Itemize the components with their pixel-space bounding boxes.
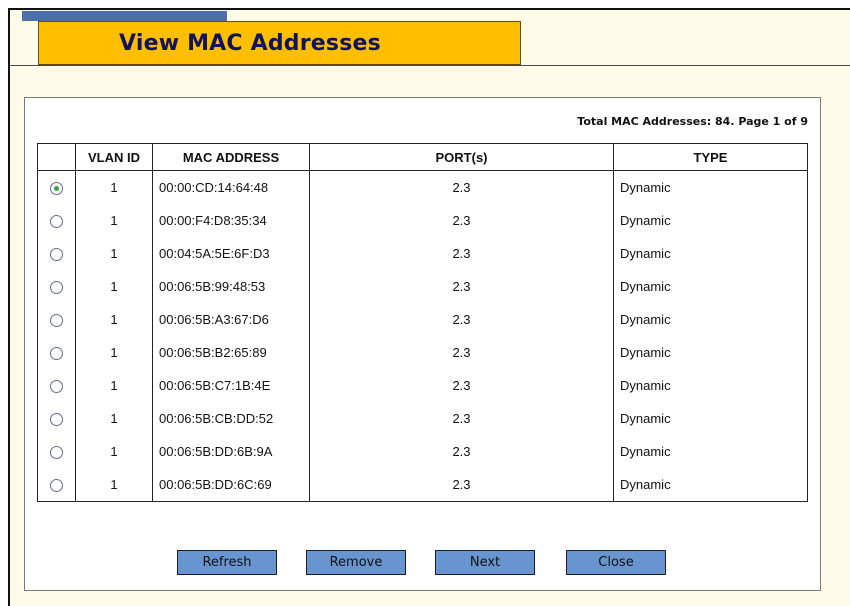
table-row[interactable]: 1 00:04:5A:5E:6F:D3 2.3 Dynamic xyxy=(37,237,808,270)
header-divider xyxy=(10,65,850,66)
row-select-cell[interactable] xyxy=(37,402,76,435)
total-count-label: Total MAC Addresses: 84. Page 1 of 9 xyxy=(577,115,808,128)
table-row[interactable]: 1 00:00:F4:D8:35:34 2.3 Dynamic xyxy=(37,204,808,237)
table-header-row: VLAN ID MAC ADDRESS PORT(s) TYPE xyxy=(37,143,808,171)
next-button[interactable]: Next xyxy=(435,550,535,575)
type-column-header: TYPE xyxy=(613,143,808,171)
remove-button[interactable]: Remove xyxy=(306,550,406,575)
row-select-cell[interactable] xyxy=(37,336,76,369)
row-select-cell[interactable] xyxy=(37,303,76,336)
row-select-cell[interactable] xyxy=(37,270,76,303)
row-radio-button[interactable] xyxy=(50,479,63,493)
row-select-cell[interactable] xyxy=(37,170,76,204)
row-select-cell[interactable] xyxy=(37,204,76,237)
page: View MAC Addresses Total MAC Addresses: … xyxy=(0,0,850,606)
accent-strip xyxy=(22,11,227,21)
row-radio-button[interactable] xyxy=(50,182,63,196)
row-radio-button[interactable] xyxy=(50,380,63,394)
vlan-id-cell: 1 xyxy=(75,170,153,204)
type-cell: Dynamic xyxy=(613,303,808,336)
mac-address-cell: 00:06:5B:C7:1B:4E xyxy=(152,369,310,402)
mac-address-cell: 00:04:5A:5E:6F:D3 xyxy=(152,237,310,270)
row-radio-button[interactable] xyxy=(50,446,63,460)
table-row[interactable]: 1 00:06:5B:A3:67:D6 2.3 Dynamic xyxy=(37,303,808,336)
ports-cell: 2.3 xyxy=(309,369,614,402)
mac-address-cell: 00:06:5B:A3:67:D6 xyxy=(152,303,310,336)
ports-cell: 2.3 xyxy=(309,468,614,502)
row-radio-button[interactable] xyxy=(50,314,63,328)
vlan-id-cell: 1 xyxy=(75,369,153,402)
vlan-id-cell: 1 xyxy=(75,435,153,468)
table-row[interactable]: 1 00:06:5B:B2:65:89 2.3 Dynamic xyxy=(37,336,808,369)
row-radio-button[interactable] xyxy=(50,347,63,361)
ports-cell: 2.3 xyxy=(309,270,614,303)
row-radio-button[interactable] xyxy=(50,281,63,295)
mac-address-table: VLAN ID MAC ADDRESS PORT(s) TYPE 1 00:00… xyxy=(37,143,808,502)
mac-address-panel: Total MAC Addresses: 84. Page 1 of 9 VLA… xyxy=(24,97,821,591)
ports-cell: 2.3 xyxy=(309,336,614,369)
vlan-id-cell: 1 xyxy=(75,468,153,502)
action-button-bar: Refresh Remove Next Close xyxy=(25,550,822,576)
mac-address-cell: 00:06:5B:DD:6B:9A xyxy=(152,435,310,468)
mac-address-cell: 00:06:5B:B2:65:89 xyxy=(152,336,310,369)
title-banner: View MAC Addresses xyxy=(38,21,521,65)
vlan-id-cell: 1 xyxy=(75,303,153,336)
type-cell: Dynamic xyxy=(613,336,808,369)
vlan-id-column-header: VLAN ID xyxy=(75,143,153,171)
vlan-id-cell: 1 xyxy=(75,237,153,270)
type-cell: Dynamic xyxy=(613,237,808,270)
ports-cell: 2.3 xyxy=(309,237,614,270)
vlan-id-cell: 1 xyxy=(75,336,153,369)
row-select-cell[interactable] xyxy=(37,435,76,468)
ports-cell: 2.3 xyxy=(309,402,614,435)
row-select-cell[interactable] xyxy=(37,468,76,502)
ports-cell: 2.3 xyxy=(309,303,614,336)
vlan-id-cell: 1 xyxy=(75,270,153,303)
type-cell: Dynamic xyxy=(613,170,808,204)
table-row[interactable]: 1 00:06:5B:CB:DD:52 2.3 Dynamic xyxy=(37,402,808,435)
row-radio-button[interactable] xyxy=(50,215,63,229)
type-cell: Dynamic xyxy=(613,468,808,502)
mac-address-cell: 00:00:CD:14:64:48 xyxy=(152,170,310,204)
select-column-header xyxy=(37,143,76,171)
type-cell: Dynamic xyxy=(613,369,808,402)
table-body: 1 00:00:CD:14:64:48 2.3 Dynamic 1 00:00:… xyxy=(37,170,808,502)
mac-address-cell: 00:00:F4:D8:35:34 xyxy=(152,204,310,237)
table-row[interactable]: 1 00:00:CD:14:64:48 2.3 Dynamic xyxy=(37,170,808,204)
type-cell: Dynamic xyxy=(613,270,808,303)
table-row[interactable]: 1 00:06:5B:C7:1B:4E 2.3 Dynamic xyxy=(37,369,808,402)
row-radio-button[interactable] xyxy=(50,413,63,427)
vlan-id-cell: 1 xyxy=(75,204,153,237)
type-cell: Dynamic xyxy=(613,402,808,435)
row-select-cell[interactable] xyxy=(37,369,76,402)
refresh-button[interactable]: Refresh xyxy=(177,550,277,575)
table-row[interactable]: 1 00:06:5B:99:48:53 2.3 Dynamic xyxy=(37,270,808,303)
ports-column-header: PORT(s) xyxy=(309,143,614,171)
row-radio-button[interactable] xyxy=(50,248,63,262)
type-cell: Dynamic xyxy=(613,204,808,237)
mac-address-cell: 00:06:5B:99:48:53 xyxy=(152,270,310,303)
close-button[interactable]: Close xyxy=(566,550,666,575)
table-row[interactable]: 1 00:06:5B:DD:6B:9A 2.3 Dynamic xyxy=(37,435,808,468)
ports-cell: 2.3 xyxy=(309,435,614,468)
page-title: View MAC Addresses xyxy=(119,31,381,56)
row-select-cell[interactable] xyxy=(37,237,76,270)
ports-cell: 2.3 xyxy=(309,204,614,237)
type-cell: Dynamic xyxy=(613,435,808,468)
table-row[interactable]: 1 00:06:5B:DD:6C:69 2.3 Dynamic xyxy=(37,468,808,502)
ports-cell: 2.3 xyxy=(309,170,614,204)
vlan-id-cell: 1 xyxy=(75,402,153,435)
mac-address-cell: 00:06:5B:CB:DD:52 xyxy=(152,402,310,435)
mac-address-cell: 00:06:5B:DD:6C:69 xyxy=(152,468,310,502)
mac-address-column-header: MAC ADDRESS xyxy=(152,143,310,171)
